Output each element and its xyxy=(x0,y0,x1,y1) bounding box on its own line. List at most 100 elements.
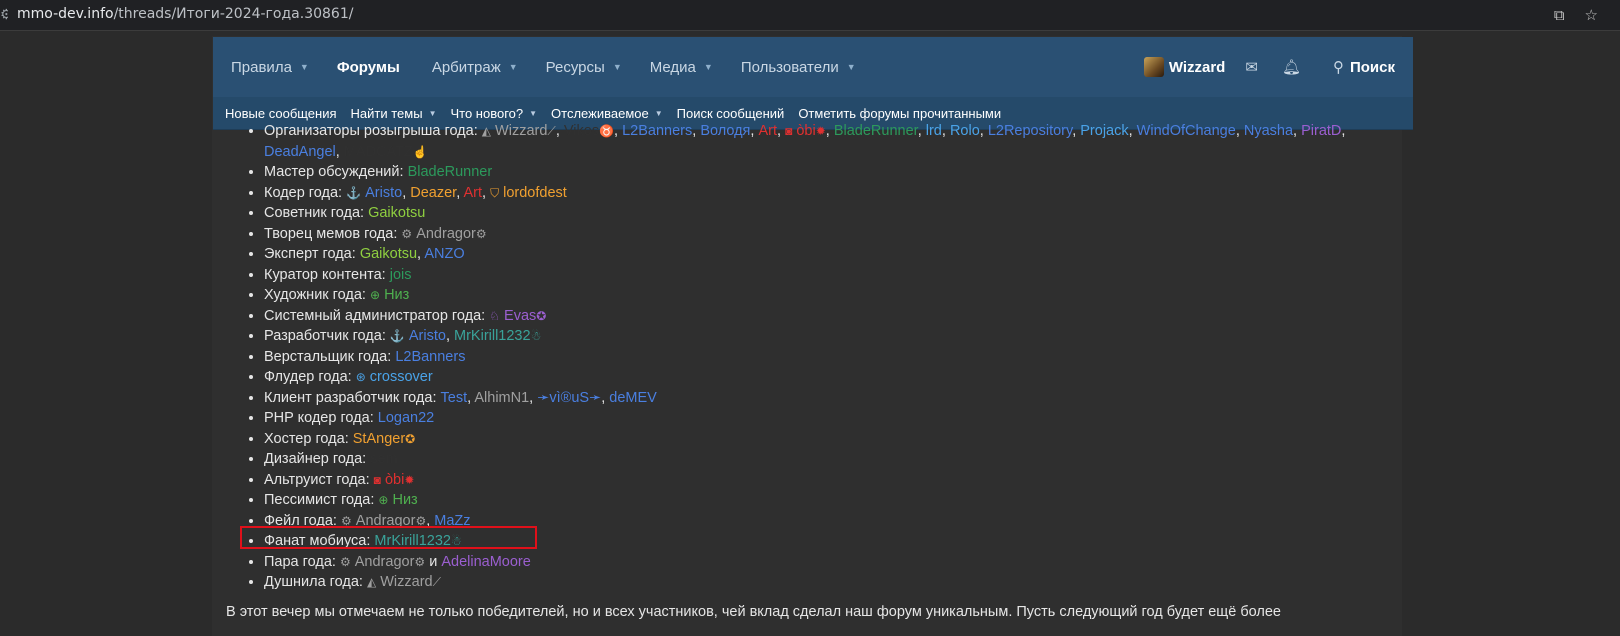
search-button[interactable]: Поиск xyxy=(1350,59,1395,76)
subnav-item-label: Новые сообщения xyxy=(225,105,337,121)
user-link[interactable]: BladeRunner xyxy=(408,164,493,180)
user-link[interactable]: Nyasha xyxy=(1244,123,1293,139)
user-link[interactable]: Art xyxy=(463,185,482,201)
award-item: Пара года: ⚙ Andragor⚙ и AdelinaMoore xyxy=(264,552,1364,573)
user-link[interactable]: òbi xyxy=(385,472,404,488)
user-link[interactable]: crossover xyxy=(370,369,433,385)
user-link[interactable]: Низ xyxy=(384,287,409,303)
user-link[interactable]: WindOfChange xyxy=(1137,123,1236,139)
user-link[interactable]: Deazer xyxy=(410,185,456,201)
chevron-down-icon[interactable]: ▼ xyxy=(704,62,713,72)
user-link[interactable]: Andragor xyxy=(416,226,476,242)
subnav-item-2[interactable]: Что нового? ▼ xyxy=(450,106,537,121)
user-link[interactable]: ➛vì®uS➛ xyxy=(537,390,601,406)
user-link[interactable]: lrd xyxy=(926,123,942,139)
user-badge-icon: ◙ xyxy=(785,124,793,138)
user-link[interactable]: Wizzard xyxy=(380,574,432,590)
user-link[interactable]: PiratD xyxy=(1301,123,1341,139)
user-link[interactable]: Evas xyxy=(504,308,536,324)
username-link[interactable]: Wizzard xyxy=(1169,59,1226,76)
subnav-item-1[interactable]: Найти темы ▼ xyxy=(351,106,437,121)
user-link[interactable]: Gaikotsu xyxy=(360,246,417,262)
user-link[interactable]: Володя xyxy=(700,123,750,139)
highlight-box xyxy=(240,526,537,549)
user-link[interactable]: Andragor xyxy=(355,554,415,570)
user-link[interactable]: BladeRunner xyxy=(834,123,918,139)
user-link[interactable]: DeadAngel xyxy=(264,144,336,160)
nav-tab-1[interactable]: Форумы xyxy=(337,37,400,97)
award-item: Организаторы розыгрыша года: ◭ Wizzard⟋,… xyxy=(264,121,1364,162)
chevron-down-icon[interactable]: ▼ xyxy=(613,62,622,72)
user-badge-icon: ◙ xyxy=(373,472,381,487)
subnav-item-label: Поиск сообщений xyxy=(676,105,785,121)
address-bar[interactable]: mmo-dev.info/threads/Итоги-2024-года.308… xyxy=(17,6,353,22)
user-link[interactable]: MADCATZ xyxy=(344,144,413,160)
user-link[interactable]: Низ xyxy=(392,492,417,508)
chevron-down-icon[interactable]: ▼ xyxy=(655,109,663,118)
user-link[interactable]: L2Banners xyxy=(395,349,465,365)
chevron-down-icon[interactable]: ▼ xyxy=(529,109,537,118)
nav-tab-label: Форумы xyxy=(336,58,400,76)
award-title: Душнила года: xyxy=(264,574,363,590)
bell-icon[interactable]: 🔔︎ xyxy=(1282,58,1301,76)
user-link[interactable]: ANZO xyxy=(424,246,464,262)
award-title: Дизайнер года: xyxy=(264,451,367,467)
award-item: Куратор контента: jois xyxy=(264,265,1364,286)
bookmark-star-icon[interactable]: ☆ xyxy=(1585,5,1598,25)
user-link[interactable]: lordofdest xyxy=(503,185,567,201)
award-item: Творец мемов года: ⚙ Andragor⚙ xyxy=(264,224,1364,245)
subnav-item-5[interactable]: Отметить форумы прочитанными xyxy=(798,106,1001,121)
award-item: Верстальщик года: L2Banners xyxy=(264,347,1364,368)
user-link[interactable]: L2Repository xyxy=(988,123,1072,139)
user-link[interactable]: StAnger xyxy=(353,431,405,447)
nav-tab-4[interactable]: Медиа ▼ xyxy=(650,37,713,97)
site-info-icon[interactable]: ⚙ xyxy=(0,7,8,23)
award-title: Куратор контента: xyxy=(264,266,386,283)
award-title: Художник года: xyxy=(264,287,366,303)
nav-tab-0[interactable]: Правила ▼ xyxy=(231,37,309,97)
subnav-item-4[interactable]: Поиск сообщений xyxy=(677,106,785,121)
user-badge-icon: ⊛ xyxy=(355,370,366,384)
user-link[interactable]: AlhimN1 xyxy=(474,390,529,406)
user-link[interactable]: jois xyxy=(390,267,412,283)
user-badge-icon: ✹ xyxy=(404,472,415,487)
user-link[interactable]: òbi xyxy=(796,123,815,139)
nav-tab-2[interactable]: Арбитраж ▼ xyxy=(432,37,518,97)
user-link[interactable]: Gaikotsu xyxy=(368,205,425,221)
user-link[interactable]: MrKirill1232 xyxy=(454,328,531,344)
chevron-down-icon[interactable]: ▼ xyxy=(847,62,856,72)
nav-tab-5[interactable]: Пользователи ▼ xyxy=(741,37,856,97)
award-item: Кодер года: ⚓ Aristo, Deazer, Art, ⛉ lor… xyxy=(264,183,1364,204)
user-badge-icon: ✹ xyxy=(815,124,826,138)
award-item: Клиент разработчик года: Test, AlhimN1, … xyxy=(264,388,1364,409)
user-link[interactable]: L2Banners xyxy=(622,123,692,139)
nav-tab-3[interactable]: Ресурсы ▼ xyxy=(546,37,622,97)
award-item: Советник года: Gaikotsu xyxy=(264,203,1364,224)
user-badge-icon: ⚙ xyxy=(401,226,413,241)
chevron-down-icon[interactable]: ▼ xyxy=(300,62,309,72)
user-link[interactable]: Art xyxy=(758,123,777,139)
user-link[interactable]: Wizzard xyxy=(495,123,547,139)
award-title: PHP кодер года: xyxy=(264,410,374,426)
user-link[interactable]: Aristo xyxy=(409,328,446,344)
search-icon[interactable]: ⚲ xyxy=(1333,58,1344,76)
user-link[interactable]: Test xyxy=(441,390,468,406)
user-link[interactable]: deMEV xyxy=(609,390,657,406)
avatar[interactable] xyxy=(1143,57,1164,77)
post-paragraph: В этот вечер мы отмечаем не только побед… xyxy=(226,604,1281,620)
subnav-item-0[interactable]: Новые сообщения xyxy=(225,106,337,121)
user-link[interactable]: sem xyxy=(370,451,397,467)
user-link[interactable]: Logan22 xyxy=(378,410,434,426)
subnav-item-label: Отслеживаемое xyxy=(551,105,649,121)
chevron-down-icon[interactable]: ▼ xyxy=(429,109,437,118)
translate-icon[interactable]: ⧉ xyxy=(1554,5,1565,25)
user-link[interactable]: Projack xyxy=(1080,123,1128,139)
user-link[interactable]: Rolo xyxy=(950,123,980,139)
inbox-icon[interactable]: ✉ xyxy=(1245,58,1258,76)
user-link[interactable]: Vikos xyxy=(564,123,599,139)
user-link[interactable]: Aristo xyxy=(365,185,402,201)
user-link[interactable]: AdelinaMoore xyxy=(441,554,530,570)
award-title: Организаторы розыгрыша года: xyxy=(264,123,478,139)
chevron-down-icon[interactable]: ▼ xyxy=(509,62,518,72)
subnav-item-3[interactable]: Отслеживаемое ▼ xyxy=(551,106,663,121)
